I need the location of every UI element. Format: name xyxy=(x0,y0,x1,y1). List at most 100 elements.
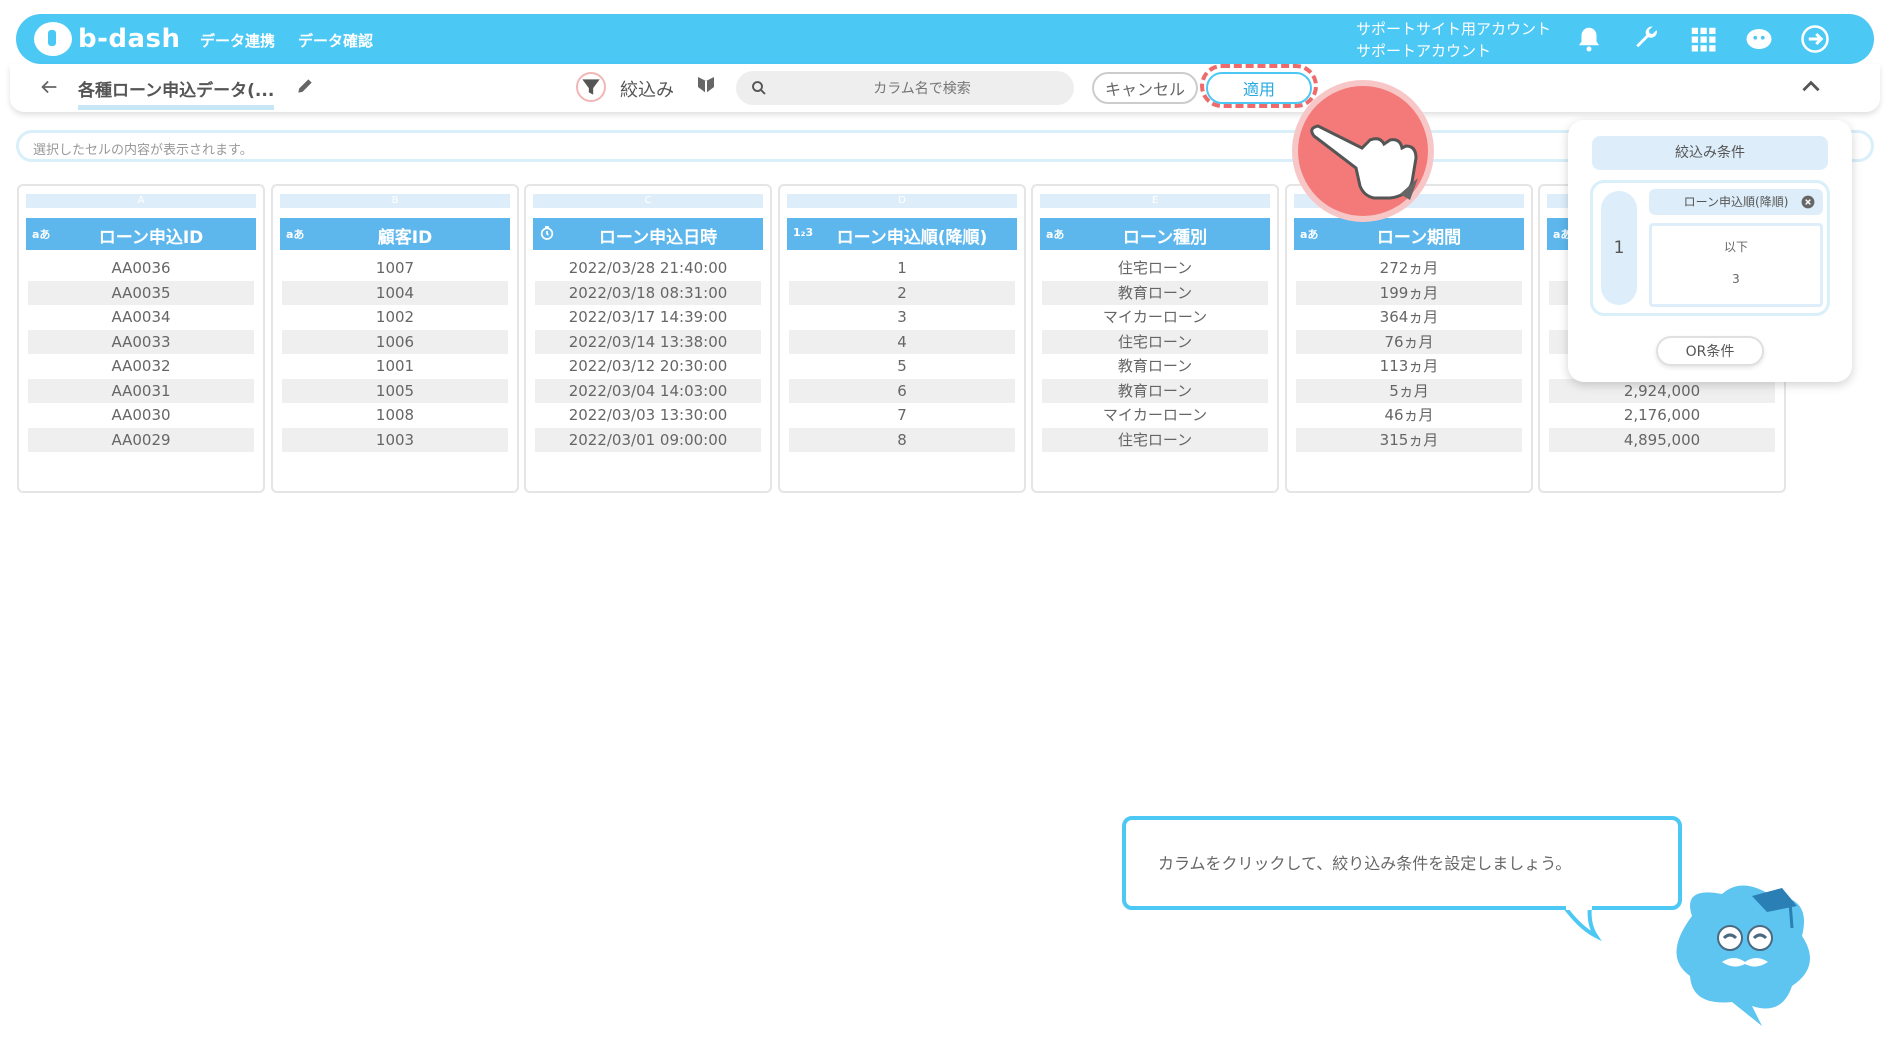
chevron-up-icon[interactable] xyxy=(1798,74,1824,100)
account-info[interactable]: サポートサイト用アカウント サポートアカウント xyxy=(1356,18,1551,62)
column-name: ローン種別 xyxy=(1122,228,1208,248)
table-column[interactable]: Baあ 顧客ID 1007 1004 1002 1006 1001 1005 1008 1003 xyxy=(271,184,519,493)
filter-panel-title: 絞込み条件 xyxy=(1592,136,1828,170)
table-cell[interactable]: 2,924,000 xyxy=(1549,378,1775,403)
table-cell[interactable]: 6 xyxy=(789,378,1015,403)
table-column[interactable]: Faあローン期間272ヵ月199ヵ月364ヵ月76ヵ月113ヵ月5ヵ月46ヵ月3… xyxy=(1285,184,1533,493)
table-cell[interactable]: 2,176,000 xyxy=(1549,403,1775,427)
sheet-title[interactable]: 各種ローン申込データ(... xyxy=(78,76,275,110)
column-letter: E xyxy=(1040,194,1270,208)
table-cell[interactable]: 7 xyxy=(789,403,1015,427)
table-cell[interactable]: 住宅ローン xyxy=(1042,256,1268,280)
table-cell[interactable]: マイカーローン xyxy=(1042,305,1268,329)
table-cell[interactable]: 364ヵ月 xyxy=(1296,305,1522,329)
nav-data-integration[interactable]: データ連携 xyxy=(200,30,275,51)
table-cell[interactable]: 1001 xyxy=(282,354,508,378)
table-cell[interactable]: AA0031 xyxy=(28,378,254,403)
table-cell[interactable]: 住宅ローン xyxy=(1042,329,1268,354)
column-search-input[interactable] xyxy=(780,71,1064,107)
table-cell[interactable]: 1003 xyxy=(282,427,508,452)
column-header[interactable]: ローン申込日時 xyxy=(533,218,763,250)
table-cell[interactable]: 教育ローン xyxy=(1042,280,1268,305)
table-cell[interactable]: 2022/03/03 13:30:00 xyxy=(535,403,761,427)
filter-label: 絞込み xyxy=(620,80,674,101)
table-cell[interactable]: 315ヵ月 xyxy=(1296,427,1522,452)
logout-icon[interactable] xyxy=(1800,24,1830,54)
cell-content-placeholder: 選択したセルの内容が表示されます。 xyxy=(33,143,253,158)
column-header[interactable]: aあ 顧客ID xyxy=(280,218,510,250)
table-cell[interactable]: AA0033 xyxy=(28,329,254,354)
table-column[interactable]: Eaあ ローン種別 住宅ローン 教育ローン マイカーローン 住宅ローン 教育ローン 教育ローン… xyxy=(1031,184,1279,493)
table-cell[interactable]: AA0030 xyxy=(28,403,254,427)
table-cell[interactable]: 1004 xyxy=(282,280,508,305)
table-cell[interactable]: 1002 xyxy=(282,305,508,329)
table-cell[interactable]: 1007 xyxy=(282,256,508,280)
table-cell[interactable]: 113ヵ月 xyxy=(1296,354,1522,378)
table-cell[interactable]: 2022/03/18 08:31:00 xyxy=(535,280,761,305)
mascot-character xyxy=(1676,885,1810,1026)
beginner-mark-icon[interactable] xyxy=(694,72,718,98)
table-column[interactable]: Aaあ ローン申込ID AA0036 AA0035 AA0034 AA0033 AA0032… xyxy=(17,184,265,493)
table-cell[interactable]: 1008 xyxy=(282,403,508,427)
column-letter: C xyxy=(533,194,763,208)
table-cell[interactable]: 2022/03/14 13:38:00 xyxy=(535,329,761,354)
column-search xyxy=(736,71,1074,107)
filter-icon[interactable] xyxy=(576,72,606,102)
table-cell[interactable]: AA0034 xyxy=(28,305,254,329)
close-circle-icon[interactable] xyxy=(1801,195,1815,209)
table-cell[interactable]: 1006 xyxy=(282,329,508,354)
table-cell[interactable]: 住宅ローン xyxy=(1042,427,1268,452)
table-cell[interactable]: 5ヵ月 xyxy=(1296,378,1522,403)
column-header[interactable]: aあ ローン種別 xyxy=(1040,218,1270,250)
table-cell[interactable]: 4,895,000 xyxy=(1549,427,1775,452)
table-column[interactable]: D 1₂3 ローン申込順(降順) 1 2 3 4 5 6 7 8 xyxy=(778,184,1026,493)
column-letter: B xyxy=(280,194,510,208)
table-column[interactable]: C ローン申込日時 2022/03/28 21:40:00 2022/03/18 08… xyxy=(524,184,772,493)
table-cell[interactable]: 272ヵ月 xyxy=(1296,256,1522,280)
table-cell[interactable]: 2022/03/01 09:00:00 xyxy=(535,427,761,452)
table-cell[interactable]: AA0036 xyxy=(28,256,254,280)
condition-operator[interactable]: 以下 xyxy=(1652,238,1820,255)
top-bar: b-dash データ連携 データ確認 サポートサイト用アカウント サポートアカウ… xyxy=(16,14,1874,64)
table-cell[interactable]: 76ヵ月 xyxy=(1296,329,1522,354)
or-condition-button[interactable]: OR条件 xyxy=(1656,336,1764,366)
apps-grid-icon[interactable] xyxy=(1688,24,1718,54)
table-cell[interactable]: 教育ローン xyxy=(1042,378,1268,403)
table-cell[interactable]: 4 xyxy=(789,329,1015,354)
mascot-chat-icon[interactable] xyxy=(1744,24,1774,54)
table-cell[interactable]: 2 xyxy=(789,280,1015,305)
table-cell[interactable]: AA0029 xyxy=(28,427,254,452)
logo-text: b-dash xyxy=(78,24,181,54)
app-logo[interactable]: b-dash xyxy=(34,21,181,57)
condition-editor[interactable]: 以下 3 xyxy=(1649,223,1823,307)
hint-text: カラムをクリックして、絞り込み条件を設定しましょう。 xyxy=(1158,854,1572,873)
nav-data-check[interactable]: データ確認 xyxy=(298,30,373,51)
column-name: ローン期間 xyxy=(1376,228,1462,248)
table-cell[interactable]: 2022/03/17 14:39:00 xyxy=(535,305,761,329)
condition-column-chip[interactable]: ローン申込順(降順) xyxy=(1649,189,1823,215)
table-cell[interactable]: 3 xyxy=(789,305,1015,329)
cancel-button[interactable]: キャンセル xyxy=(1092,72,1198,104)
pencil-edit-icon[interactable] xyxy=(295,76,315,96)
table-cell[interactable]: 5 xyxy=(789,354,1015,378)
table-cell[interactable]: AA0035 xyxy=(28,280,254,305)
table-cell[interactable]: 199ヵ月 xyxy=(1296,280,1522,305)
column-letter: D xyxy=(787,194,1017,208)
back-arrow-icon[interactable] xyxy=(38,76,60,98)
column-header[interactable]: 1₂3 ローン申込順(降順) xyxy=(787,218,1017,250)
pointer-hand-icon xyxy=(1292,80,1434,222)
bell-icon[interactable] xyxy=(1574,24,1604,54)
table-cell[interactable]: 46ヵ月 xyxy=(1296,403,1522,427)
table-cell[interactable]: 1005 xyxy=(282,378,508,403)
table-cell[interactable]: 2022/03/12 20:30:00 xyxy=(535,354,761,378)
table-cell[interactable]: マイカーローン xyxy=(1042,403,1268,427)
table-cell[interactable]: AA0032 xyxy=(28,354,254,378)
condition-value[interactable]: 3 xyxy=(1652,272,1820,286)
column-header[interactable]: aあ ローン申込ID xyxy=(26,218,256,250)
table-cell[interactable]: 1 xyxy=(789,256,1015,280)
table-cell[interactable]: 教育ローン xyxy=(1042,354,1268,378)
table-cell[interactable]: 2022/03/04 14:03:00 xyxy=(535,378,761,403)
wrench-icon[interactable] xyxy=(1632,24,1662,54)
table-cell[interactable]: 2022/03/28 21:40:00 xyxy=(535,256,761,280)
table-cell[interactable]: 8 xyxy=(789,427,1015,452)
